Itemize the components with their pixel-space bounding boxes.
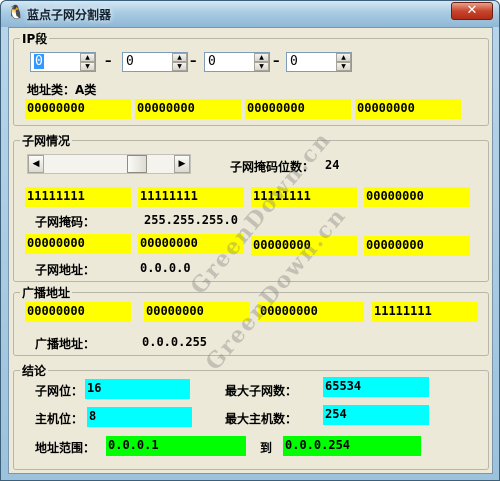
octet-separator: – (190, 54, 197, 69)
octet-2-value[interactable]: 0 (126, 54, 134, 69)
max-hosts-label: 最大主机数： (225, 412, 298, 426)
spin-up-icon[interactable]: ▲ (336, 53, 351, 62)
range-start-value: 0.0.0.1 (106, 436, 246, 456)
close-button[interactable]: ✕ (451, 2, 493, 20)
spin-down-icon[interactable]: ▼ (80, 62, 95, 71)
range-to-label: 到 (260, 441, 273, 455)
mask-binary-octet-4: 00000000 (364, 187, 470, 207)
octet-4-spinner[interactable]: 0 ▲ ▼ (286, 52, 352, 72)
octet-1-arrows[interactable]: ▲ ▼ (80, 53, 95, 71)
result-section-legend: 结论 (22, 364, 47, 378)
max-subnets-label: 最大子网数： (225, 384, 298, 398)
subnet-bits-value: 16 (85, 379, 190, 399)
app-window: 🐧 蓝点子网分割器 ✕ IP段 0 ▲ ▼ – 0 ▲ ▼ – 0 ▲ ▼ – 0 ▲… (0, 0, 500, 481)
octet-2-spinner[interactable]: 0 ▲ ▼ (122, 52, 188, 72)
mask-bits-value: 24 (325, 158, 340, 172)
mask-value: 255.255.255.0 (144, 213, 238, 227)
mask-bits-scrollbar[interactable]: ◀ ▶ (27, 154, 191, 174)
mask-binary-octet-1: 11111111 (25, 187, 131, 207)
host-bits-label: 主机位： (35, 412, 84, 426)
subnet-bits-label: 子网位： (35, 384, 84, 398)
range-label: 地址范围： (35, 441, 96, 455)
title-bar[interactable]: 🐧 蓝点子网分割器 ✕ (1, 1, 499, 27)
broadcast-label: 广播地址： (35, 337, 96, 351)
scroll-right-icon[interactable]: ▶ (174, 155, 190, 173)
range-end-value: 0.0.0.254 (283, 436, 421, 456)
spin-down-icon[interactable]: ▼ (254, 62, 269, 71)
broadcast-section-legend: 广播地址 (22, 286, 71, 300)
mask-bits-label: 子网掩码位数： (230, 160, 315, 174)
broadcast-binary-octet-2: 00000000 (144, 302, 250, 322)
subnet-addr-binary-octet-2: 00000000 (138, 234, 244, 254)
octet-3-arrows[interactable]: ▲ ▼ (254, 53, 269, 71)
max-subnets-value: 65534 (323, 377, 429, 397)
ip-binary-octet-2: 00000000 (135, 99, 241, 119)
ip-binary-octet-3: 00000000 (245, 99, 351, 119)
octet-2-arrows[interactable]: ▲ ▼ (172, 53, 187, 71)
ip-binary-octet-4: 00000000 (355, 99, 461, 119)
subnet-addr-value: 0.0.0.0 (140, 261, 191, 275)
octet-1-spinner[interactable]: 0 ▲ ▼ (30, 52, 96, 72)
broadcast-binary-octet-4: 11111111 (372, 302, 478, 322)
subnet-addr-binary-octet-4: 00000000 (364, 236, 470, 256)
mask-binary-octet-3: 11111111 (251, 187, 357, 207)
ip-binary-octet-1: 00000000 (25, 99, 131, 119)
host-bits-value: 8 (87, 407, 192, 427)
window-title: 蓝点子网分割器 (27, 8, 112, 22)
max-hosts-value: 254 (323, 405, 429, 425)
spin-down-icon[interactable]: ▼ (336, 62, 351, 71)
octet-separator: – (105, 54, 112, 69)
octet-1-value[interactable]: 0 (34, 54, 44, 69)
subnet-addr-label: 子网地址： (35, 263, 96, 277)
client-area: IP段 0 ▲ ▼ – 0 ▲ ▼ – 0 ▲ ▼ – 0 ▲ ▼ 地址类：A类 000… (8, 27, 493, 474)
scroll-left-icon[interactable]: ◀ (28, 155, 44, 173)
octet-3-spinner[interactable]: 0 ▲ ▼ (204, 52, 270, 72)
octet-4-value[interactable]: 0 (290, 54, 298, 69)
subnet-addr-binary-octet-1: 00000000 (25, 234, 131, 254)
subnet-section-legend: 子网情况 (22, 134, 71, 148)
penguin-icon: 🐧 (7, 5, 25, 21)
spin-up-icon[interactable]: ▲ (172, 53, 187, 62)
ip-section-legend: IP段 (22, 32, 48, 46)
mask-binary-octet-2: 11111111 (138, 187, 244, 207)
spin-up-icon[interactable]: ▲ (80, 53, 95, 62)
scroll-thumb[interactable] (126, 155, 147, 173)
address-class-label: 地址类：A类 (27, 83, 97, 97)
octet-separator: – (273, 54, 280, 69)
broadcast-value: 0.0.0.255 (142, 335, 208, 349)
spin-down-icon[interactable]: ▼ (172, 62, 187, 71)
mask-label: 子网掩码： (35, 215, 96, 229)
broadcast-binary-octet-1: 00000000 (25, 302, 131, 322)
octet-4-arrows[interactable]: ▲ ▼ (336, 53, 351, 71)
broadcast-binary-octet-3: 00000000 (258, 302, 364, 322)
spin-up-icon[interactable]: ▲ (254, 53, 269, 62)
octet-3-value[interactable]: 0 (208, 54, 216, 69)
subnet-addr-binary-octet-3: 00000000 (251, 236, 357, 256)
